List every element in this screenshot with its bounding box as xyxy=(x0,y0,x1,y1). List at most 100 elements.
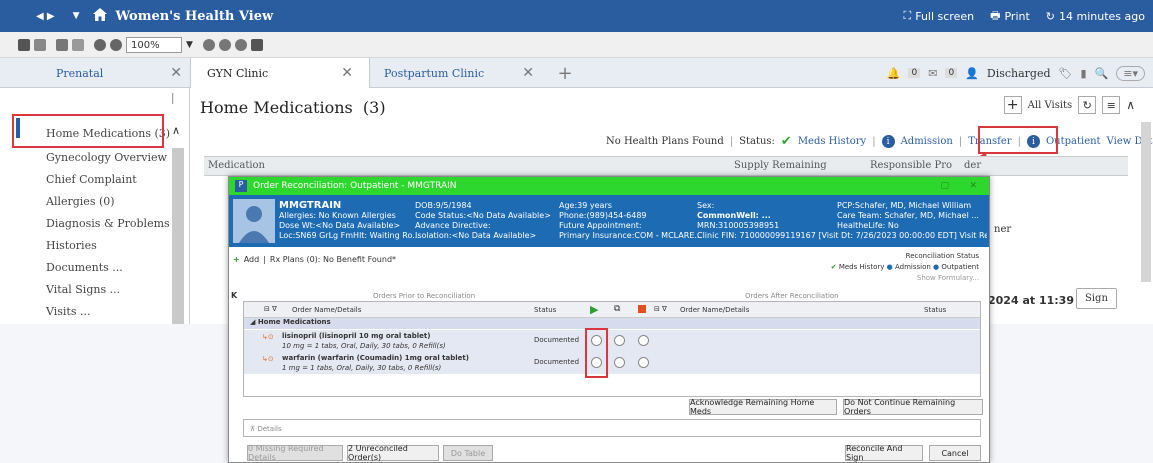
fullscreen-button[interactable]: ⛶ Full screen xyxy=(904,9,975,23)
add-link[interactable]: Add xyxy=(244,255,260,264)
filter-icon[interactable]: ⊟ ∇ xyxy=(264,305,277,313)
refresh-button[interactable]: ↻ 14 minutes ago xyxy=(1046,10,1145,23)
filter-icon-after[interactable]: ⊟ ∇ xyxy=(654,305,667,313)
zoom-dropdown-icon[interactable]: ▼ xyxy=(186,40,193,50)
tag-icon[interactable]: 🏷 xyxy=(1059,67,1073,80)
close-icon[interactable]: ✕ xyxy=(522,65,534,81)
stop-radio[interactable] xyxy=(638,335,649,346)
close-icon[interactable]: ✕ xyxy=(969,181,977,191)
stop-radio[interactable] xyxy=(638,357,649,368)
unreconciled-orders-button[interactable]: 2 Unreconciled Order(s) xyxy=(347,444,439,462)
column-header-status[interactable]: Status xyxy=(534,306,556,314)
reconcile-and-sign-button[interactable]: Reconcile And Sign xyxy=(845,444,923,462)
lock-icon[interactable] xyxy=(250,38,263,51)
patient-col-3: Age:39 years Phone:(989)454-6489 Future … xyxy=(559,201,702,241)
recon-admission[interactable]: Admission xyxy=(895,263,931,271)
tab-label: Postpartum Clinic xyxy=(384,66,485,80)
sidebar-item-diagnosis[interactable]: Diagnosis & Problems xyxy=(0,212,172,234)
pill-icon: ↳⊙ xyxy=(262,355,274,363)
column-header-order-name[interactable]: Order Name/Details xyxy=(292,306,361,314)
restore-icon[interactable]: ▢ xyxy=(940,181,949,191)
binoculars-icon[interactable] xyxy=(18,38,30,51)
menu-icon[interactable]: ≡ xyxy=(1102,96,1121,114)
column-header-medication[interactable]: Medication xyxy=(208,160,265,171)
add-tab-button[interactable]: + xyxy=(550,58,580,88)
circle-icon-2[interactable] xyxy=(218,38,231,51)
sign-button[interactable]: Sign xyxy=(1076,288,1117,309)
refresh-icon[interactable]: ↻ xyxy=(1078,96,1097,114)
modify-radio[interactable] xyxy=(614,335,625,346)
do-table-button[interactable]: Do Table xyxy=(443,445,493,461)
details-panel[interactable]: ⊼ Details xyxy=(243,419,981,437)
close-icon[interactable]: ✕ xyxy=(341,65,353,81)
message-icon[interactable]: ✉ xyxy=(928,67,937,80)
sidebar-scrollbar[interactable] xyxy=(172,148,184,324)
sidebar-item-allergies[interactable]: Allergies (0) xyxy=(0,190,172,212)
page-icon[interactable] xyxy=(34,38,46,51)
sidebar-item-chief-complaint[interactable]: Chief Complaint xyxy=(0,168,172,190)
copy-icon[interactable] xyxy=(72,38,84,51)
acknowledge-home-meds-button[interactable]: Acknowledge Remaining Home Meds xyxy=(689,398,837,416)
continue-icon[interactable]: ▶ xyxy=(590,303,598,316)
sidebar-item-documents[interactable]: Documents ... xyxy=(0,256,172,278)
fullscreen-icon: ⛶ xyxy=(903,9,912,22)
collapse-icon[interactable]: K xyxy=(231,291,237,300)
cancel-button[interactable]: Cancel xyxy=(929,445,981,461)
sidebar-item-histories[interactable]: Histories xyxy=(0,234,172,256)
tab-bar: Prenatal ✕ GYN Clinic ✕ Postpartum Clini… xyxy=(0,58,1153,88)
modify-icon[interactable]: ⧉ xyxy=(614,304,620,314)
recon-meds-history[interactable]: Meds History xyxy=(839,263,885,271)
print-label: Print xyxy=(1004,9,1030,23)
show-formulary-link[interactable]: Show Formulary... xyxy=(831,273,979,284)
circle-icon-1[interactable] xyxy=(202,38,215,51)
age-text: Age:39 years xyxy=(559,201,612,210)
menu-icon[interactable]: ≡▾ xyxy=(1116,65,1145,81)
pin-icon[interactable]: ⏐ xyxy=(170,94,176,105)
column-header-provider[interactable]: Responsible Pro xyxy=(870,160,952,171)
circle-icon-3[interactable] xyxy=(234,38,247,51)
add-icon[interactable]: + xyxy=(233,255,240,264)
admission-link[interactable]: Admission xyxy=(901,136,953,147)
stop-icon[interactable] xyxy=(638,305,646,313)
group-row[interactable]: ◢ Home Medications xyxy=(244,318,980,329)
recon-outpatient[interactable]: Outpatient xyxy=(941,263,979,271)
orders-after-label: Orders After Reconciliation xyxy=(745,292,839,300)
table-row[interactable]: ↳⊙ lisinopril (lisinopril 10 mg oral tab… xyxy=(244,330,980,352)
sidebar-scroll-up[interactable]: ∧ xyxy=(172,124,180,137)
missing-details-button[interactable]: 0 Missing Required Details xyxy=(247,444,343,462)
do-not-continue-button[interactable]: Do Not Continue Remaining Orders xyxy=(843,398,983,416)
table-row[interactable]: ↳⊙ warfarin (warfarin (Coumadin) 1mg ora… xyxy=(244,352,980,374)
patient-name[interactable]: MMGTRAIN xyxy=(279,201,420,211)
home-icon[interactable] xyxy=(93,8,108,24)
zoom-input[interactable]: 100% xyxy=(126,36,182,53)
column-header-supply[interactable]: Supply Remaining xyxy=(734,160,827,171)
zoom-in-icon[interactable] xyxy=(94,38,106,51)
tab-postpartum-clinic[interactable]: Postpartum Clinic ✕ xyxy=(370,58,550,88)
dropdown-icon[interactable]: ▼ xyxy=(73,11,80,21)
column-header-order-name-after[interactable]: Order Name/Details xyxy=(680,306,749,314)
back-arrow-icon[interactable]: ◀ ▶ xyxy=(36,11,55,22)
sidebar-item-vital-signs[interactable]: Vital Signs ... xyxy=(0,278,172,300)
sidebar-item-visits[interactable]: Visits ... xyxy=(0,300,172,322)
clipboard-icon[interactable]: ▮ xyxy=(1080,67,1086,80)
med-name: lisinopril (lisinopril 10 mg oral tablet… xyxy=(282,332,431,340)
tab-prenatal[interactable]: Prenatal ✕ xyxy=(0,58,190,88)
modify-radio[interactable] xyxy=(614,357,625,368)
close-icon[interactable]: ✕ xyxy=(170,65,182,81)
scroll-up-icon[interactable]: ∧ xyxy=(1126,98,1135,112)
search-icon[interactable]: 🔍 xyxy=(1095,67,1109,80)
bell-icon[interactable]: 🔔 xyxy=(887,67,901,80)
rx-plans-text[interactable]: Rx Plans (0): No Benefit Found* xyxy=(270,255,396,264)
tab-gyn-clinic[interactable]: GYN Clinic ✕ xyxy=(190,58,370,88)
meds-history-link[interactable]: Meds History xyxy=(798,136,866,147)
sidebar-item-gynecology-overview[interactable]: Gynecology Overview xyxy=(0,146,172,168)
column-header-status-after[interactable]: Status xyxy=(924,306,946,314)
zoom-out-icon[interactable] xyxy=(110,38,122,51)
add-button[interactable]: + xyxy=(1003,96,1022,114)
all-visits-dropdown[interactable]: All Visits xyxy=(1028,100,1073,111)
main-scrollbar[interactable] xyxy=(1141,122,1151,282)
print-button[interactable]: 🖶 Print xyxy=(990,7,1030,26)
future-appointment-text: Future Appointment: xyxy=(559,221,642,230)
print-preview-icon[interactable] xyxy=(56,38,68,51)
advance-directive-text: Advance Directive: xyxy=(415,221,491,230)
